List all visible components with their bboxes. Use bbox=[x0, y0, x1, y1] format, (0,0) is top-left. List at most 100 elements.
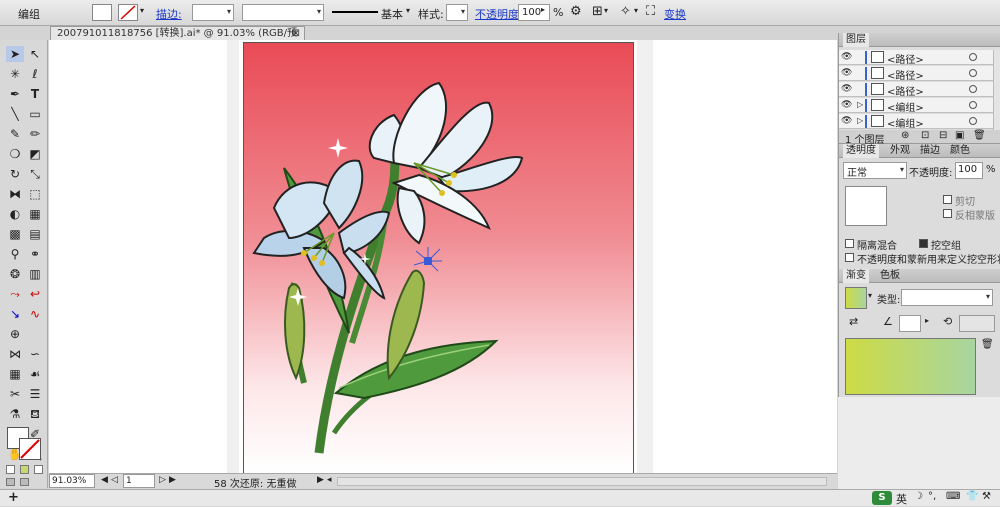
symbol-sprayer-tool-icon[interactable]: ❂ bbox=[6, 266, 24, 282]
screen-mode-button[interactable] bbox=[20, 478, 29, 486]
document-tab[interactable]: 200791011818756 [转换].ai* @ 91.03% (RGB/预… bbox=[50, 26, 305, 52]
angle-arrow-icon[interactable]: ▸ bbox=[925, 316, 929, 325]
gradient-preview-swatch[interactable] bbox=[845, 287, 867, 309]
scroll-left-icon[interactable]: ◂ bbox=[327, 475, 332, 485]
aspect-ratio-input[interactable] bbox=[959, 315, 995, 332]
gradient-mode-button[interactable] bbox=[20, 465, 29, 474]
moon-icon[interactable]: ☽ bbox=[914, 491, 923, 502]
stroke-color-proxy[interactable] bbox=[19, 438, 41, 460]
line-tool-icon[interactable]: ╲ bbox=[6, 106, 24, 122]
selection-tool-icon[interactable]: ➤ bbox=[6, 46, 24, 62]
pen-tool-icon[interactable]: ✒ bbox=[6, 86, 24, 102]
opacity-input[interactable]: 100 bbox=[518, 4, 550, 21]
gradient-tool-icon[interactable]: ▤ bbox=[26, 226, 44, 242]
visibility-eye-icon[interactable]: 👁 bbox=[841, 100, 852, 110]
direct-selection-tool-icon[interactable]: ↖ bbox=[26, 46, 44, 62]
close-tab-icon[interactable]: ⊠ bbox=[292, 27, 300, 40]
tab-appearance[interactable]: 外观 bbox=[887, 144, 913, 158]
expand-triangle-icon[interactable]: ▷ bbox=[857, 100, 863, 109]
recolor-artwork-icon[interactable]: ⚙ bbox=[570, 4, 582, 19]
type-tool-icon[interactable]: T bbox=[26, 86, 44, 102]
lily-illustration[interactable] bbox=[244, 43, 635, 473]
skin-icon[interactable]: 👕 bbox=[966, 491, 978, 502]
column-graph-tool-icon[interactable]: ▥ bbox=[26, 266, 44, 282]
add-icon[interactable]: + bbox=[8, 490, 19, 505]
knife-tool-icon[interactable]: ⤳ bbox=[6, 286, 24, 302]
previous-artboard-icon[interactable]: ◁ bbox=[111, 475, 118, 485]
new-layer-icon[interactable]: ▣ bbox=[955, 130, 964, 141]
gradient-preset-arrow-icon[interactable]: ▾ bbox=[868, 291, 872, 300]
stroke-weight-dropdown[interactable]: ▾ bbox=[192, 4, 234, 21]
slice-tool-icon[interactable]: ↘ bbox=[6, 306, 24, 322]
horizontal-scrollbar[interactable] bbox=[337, 477, 827, 486]
visibility-eye-icon[interactable]: 👁 bbox=[841, 116, 852, 126]
transparency-opacity-input[interactable]: 100 bbox=[955, 162, 983, 179]
tab-swatches[interactable]: 色板 bbox=[877, 269, 903, 283]
tab-stroke[interactable]: 描边 bbox=[917, 144, 943, 158]
layer-row[interactable]: 👁 <路径> bbox=[839, 66, 993, 82]
gradient-slider-preview[interactable] bbox=[845, 338, 976, 395]
zoom-level-dropdown[interactable]: 91.03% bbox=[49, 474, 95, 488]
eraser-tool-icon[interactable]: ◩ bbox=[26, 146, 44, 162]
layer-row[interactable]: 👁 <路径> bbox=[839, 50, 993, 66]
visibility-eye-icon[interactable]: 👁 bbox=[841, 52, 852, 62]
toolbox-icon[interactable]: ⚒ bbox=[982, 491, 991, 502]
none-mode-button[interactable] bbox=[34, 465, 43, 474]
stroke-swatch-arrow-icon[interactable]: ▾ bbox=[140, 6, 144, 15]
mesh-grid-tool-icon[interactable]: ▦ bbox=[6, 366, 24, 382]
align-icon[interactable]: ⊞ bbox=[592, 4, 603, 19]
live-paint-tool-icon[interactable]: ⛾ bbox=[26, 406, 44, 422]
new-sublayer-icon[interactable]: ⊟ bbox=[939, 130, 947, 141]
rotate-tool-icon[interactable]: ↻ bbox=[6, 166, 24, 182]
reverse-gradient-icon[interactable]: ⇄ bbox=[849, 315, 858, 328]
opacity-arrow-icon[interactable]: ▸ bbox=[541, 5, 545, 14]
keyboard-icon[interactable]: ⌨ bbox=[946, 491, 960, 502]
isolate-icon[interactable]: ✧ bbox=[620, 4, 631, 19]
envelope-tool-icon[interactable]: ⋈ bbox=[6, 346, 24, 362]
delete-stop-icon[interactable]: 🗑 bbox=[981, 339, 994, 350]
blob-brush-tool-icon[interactable]: ❍ bbox=[6, 146, 24, 162]
tab-gradient[interactable]: 渐变 bbox=[843, 269, 869, 283]
stroke-swatch[interactable] bbox=[118, 4, 138, 21]
variable-width-dropdown[interactable]: ▾ bbox=[242, 4, 324, 21]
invert-mask-checkbox[interactable] bbox=[943, 209, 952, 218]
width-tool-icon[interactable]: ⧓ bbox=[6, 186, 24, 202]
paintbrush-tool-icon[interactable]: ✎ bbox=[6, 126, 24, 142]
spray-tool-icon[interactable]: ⚗ bbox=[6, 406, 24, 422]
target-circle-icon[interactable] bbox=[969, 101, 977, 109]
artboard-tool-icon[interactable]: ⊕ bbox=[6, 326, 24, 342]
isolate-blending-checkbox[interactable] bbox=[845, 239, 854, 248]
pencil-tool-icon[interactable]: ✏ bbox=[26, 126, 44, 142]
magic-wand-tool-icon[interactable]: ✳ bbox=[6, 66, 24, 82]
first-artboard-icon[interactable]: ◀ bbox=[101, 475, 108, 485]
layers-scrollbar[interactable] bbox=[993, 50, 1000, 130]
eyedropper-tool-icon[interactable]: ⚲ bbox=[6, 246, 24, 262]
expand-triangle-icon[interactable]: ▷ bbox=[857, 116, 863, 125]
crystallize-tool-icon[interactable]: ☙ bbox=[26, 366, 44, 382]
brush-dropdown-arrow-icon[interactable]: ▾ bbox=[406, 6, 410, 15]
mesh-tool-icon[interactable]: ▩ bbox=[6, 226, 24, 242]
make-clipping-mask-icon[interactable]: ⊡ bbox=[921, 130, 929, 141]
align-dropdown-icon[interactable]: ▾ bbox=[604, 6, 608, 15]
target-circle-icon[interactable] bbox=[969, 69, 977, 77]
document-canvas[interactable] bbox=[49, 40, 837, 473]
list-tool-icon[interactable]: ☰ bbox=[26, 386, 44, 402]
tab-layers[interactable]: 图层 bbox=[843, 33, 869, 47]
clip-checkbox[interactable] bbox=[943, 195, 952, 204]
lasso-tool-icon[interactable]: ℓ bbox=[26, 66, 44, 82]
opacity-define-knockout-checkbox[interactable] bbox=[845, 253, 854, 262]
transform-icon[interactable]: ⛶ bbox=[646, 4, 655, 19]
blend-mode-select[interactable]: 正常 ▾ bbox=[843, 162, 907, 179]
fill-swatch[interactable] bbox=[92, 4, 112, 21]
wave-tool-icon[interactable]: ∽ bbox=[26, 346, 44, 362]
ime-language-indicator[interactable]: 英 bbox=[896, 491, 907, 507]
status-menu-icon[interactable]: ▶ bbox=[317, 475, 324, 485]
twirl-tool-icon[interactable]: ∿ bbox=[26, 306, 44, 322]
shape-builder-tool-icon[interactable]: ◐ bbox=[6, 206, 24, 222]
target-circle-icon[interactable] bbox=[969, 53, 977, 61]
last-artboard-icon[interactable]: ▶ bbox=[169, 475, 176, 485]
transform-link[interactable]: 变换 bbox=[664, 6, 686, 22]
layer-row[interactable]: 👁 ▷ <编组> bbox=[839, 98, 993, 114]
opacity-mask-thumbnail[interactable] bbox=[845, 186, 887, 226]
punctuation-icon[interactable]: °, bbox=[928, 491, 936, 502]
